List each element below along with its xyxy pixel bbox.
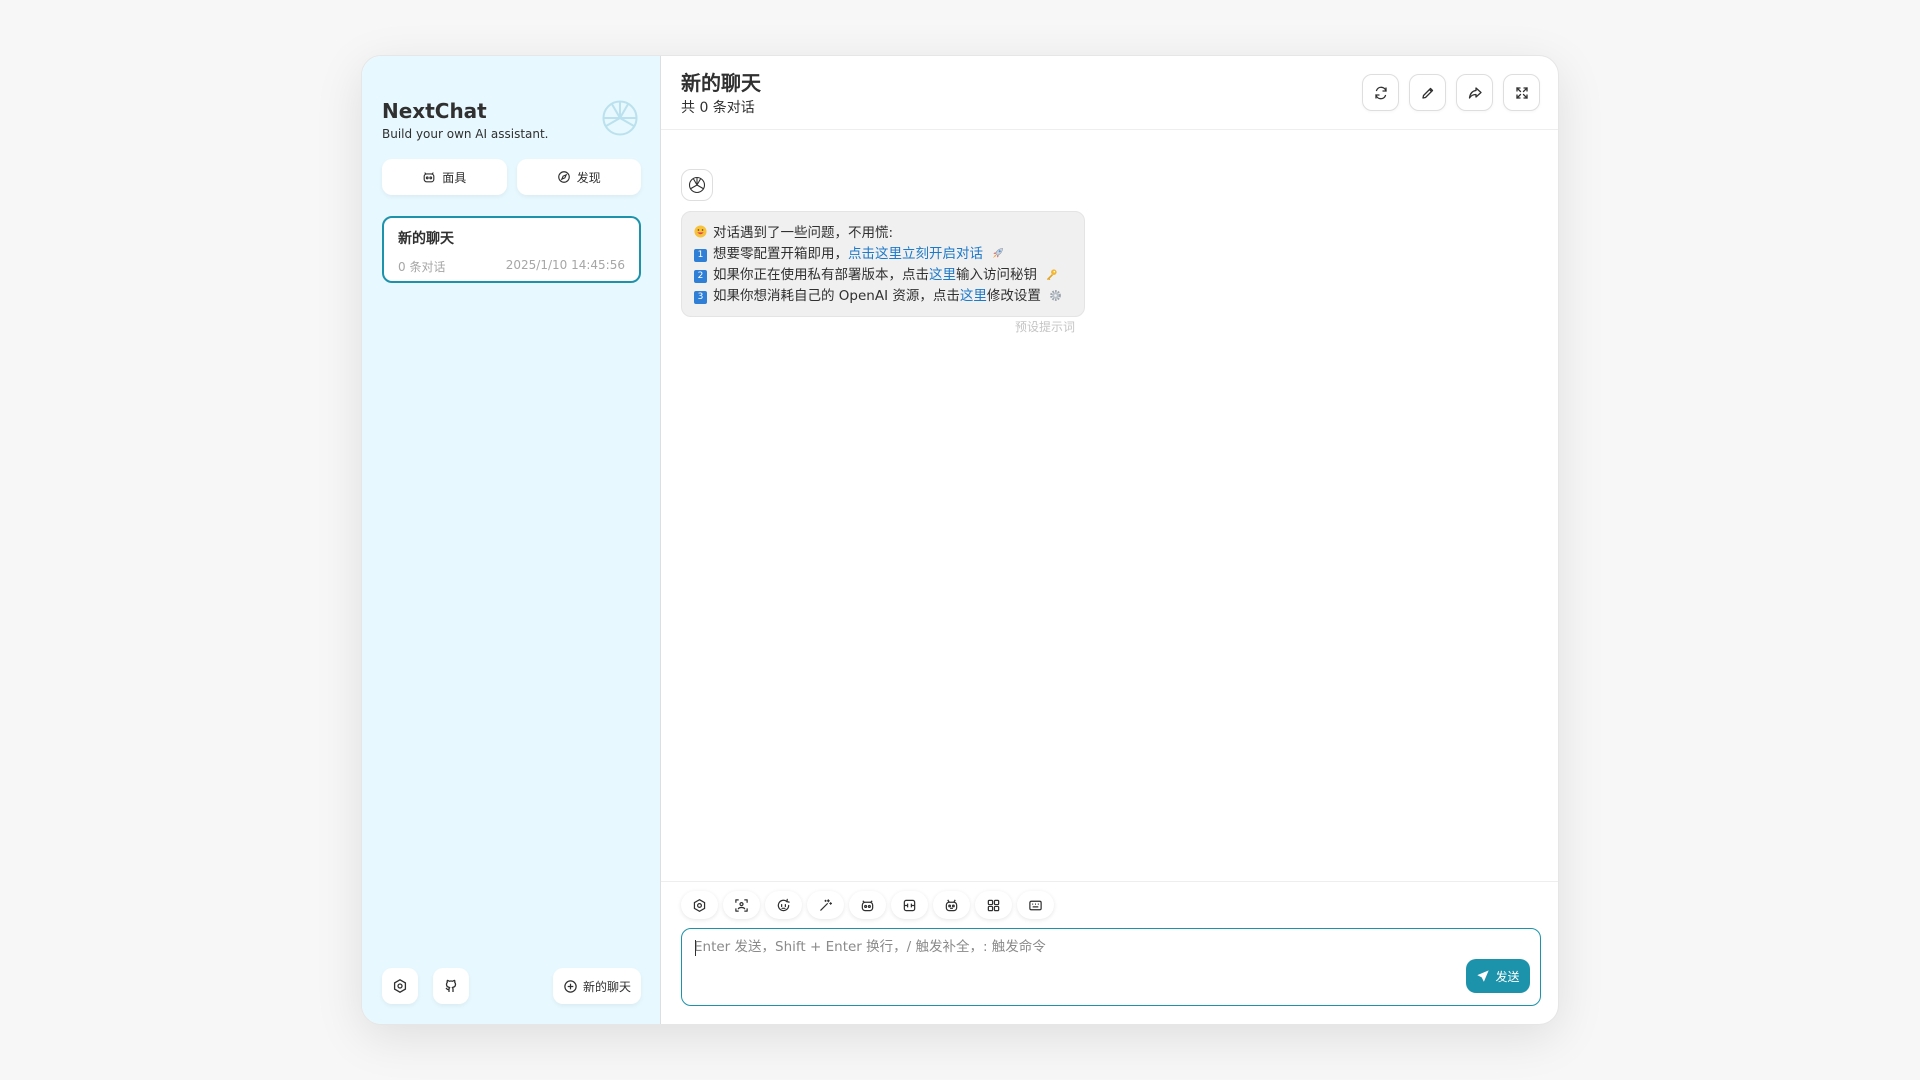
chat-settings-button[interactable] [681, 891, 718, 919]
reload-button[interactable] [1362, 74, 1399, 111]
chat-item-count: 0 条对话 [398, 260, 446, 274]
fullscreen-icon [1514, 85, 1530, 101]
reload-icon [1373, 85, 1389, 101]
chat-toolbar [681, 891, 1054, 919]
new-chat-button[interactable]: 新的聊天 [552, 968, 641, 1004]
github-button[interactable] [433, 968, 469, 1004]
number-badge: 2 [694, 270, 707, 283]
access-code-link[interactable]: 这里 [929, 267, 956, 283]
clear-context-button[interactable] [765, 891, 802, 919]
plugin-button[interactable] [975, 891, 1012, 919]
add-icon [563, 979, 578, 994]
send-icon [1476, 969, 1490, 983]
chat-item-time: 2025/1/10 14:45:56 [505, 258, 625, 272]
break-icon [902, 898, 917, 913]
mask-icon [860, 898, 875, 913]
settings-button[interactable] [382, 968, 418, 1004]
github-icon [443, 978, 459, 994]
app-window: NextChat Build your own AI assistant. 面具 [361, 55, 1559, 1025]
mask-button-label: 面具 [442, 170, 467, 185]
message-line-1: 1 想要零配置开箱即用，点击这里立刻开启对话 [694, 244, 1072, 265]
message-date: 预设提示词 [1015, 320, 1076, 334]
start-chat-link[interactable]: 点击这里立刻开启对话 [848, 246, 983, 262]
message-line-text: 想要零配置开箱即用， [713, 246, 848, 262]
openai-logo-icon [687, 175, 707, 195]
key-icon [1045, 268, 1058, 281]
chat-item-title: 新的聊天 [398, 231, 454, 247]
edit-button[interactable] [1409, 74, 1446, 111]
upload-image-button[interactable] [723, 891, 760, 919]
number-badge: 3 [694, 291, 707, 304]
edit-icon [1420, 85, 1436, 101]
chat-input-panel: 发送 [661, 881, 1558, 1024]
message-intro-row: 对话遇到了一些问题，不用慌: [694, 223, 1072, 244]
magic-wand-icon [818, 898, 833, 913]
mask-select-button[interactable] [849, 891, 886, 919]
openai-logo-icon [598, 96, 642, 140]
prompt-button[interactable] [807, 891, 844, 919]
settings-icon [392, 978, 408, 994]
mask-icon [422, 170, 436, 184]
share-button[interactable] [1456, 74, 1493, 111]
share-icon [1467, 85, 1483, 101]
message-line-text: 如果你想消耗自己的 OpenAI 资源，点击 [713, 288, 960, 304]
chat-item-info: 0 条对话 2025/1/10 14:45:56 [398, 258, 625, 275]
message-line-text: 如果你正在使用私有部署版本，点击 [713, 267, 929, 283]
bot-message-bubble: 对话遇到了一些问题，不用慌: 1 想要零配置开箱即用，点击这里立刻开启对话 2 如果… [681, 211, 1085, 317]
discover-button-label: 发现 [576, 170, 601, 185]
message-intro: 对话遇到了一些问题，不用慌: [713, 225, 894, 241]
plugin-grid-icon [986, 898, 1001, 913]
message-line-text: 修改设置 [986, 288, 1041, 304]
fullscreen-button[interactable] [1503, 74, 1540, 111]
chat-input[interactable] [694, 939, 1454, 955]
brand: NextChat Build your own AI assistant. [382, 96, 549, 141]
header-actions [1362, 74, 1540, 111]
new-chat-label: 新的聊天 [582, 979, 631, 994]
app-subtitle: Build your own AI assistant. [382, 127, 549, 141]
chat-header: 新的聊天 共 0 条对话 [661, 56, 1558, 130]
rocket-icon [991, 247, 1004, 260]
message-line-text: 输入访问秘钥 [956, 267, 1037, 283]
gear-icon [1049, 289, 1062, 302]
settings-icon [692, 898, 707, 913]
message-line-2: 2 如果你正在使用私有部署版本，点击这里输入访问秘钥 [694, 265, 1072, 286]
image-icon [734, 898, 749, 913]
shortcut-key-button[interactable] [1017, 891, 1054, 919]
sidebar: NextChat Build your own AI assistant. 面具 [362, 56, 661, 1024]
discover-button[interactable]: 发现 [516, 159, 641, 195]
robot-icon [944, 898, 959, 913]
model-select-button[interactable] [933, 891, 970, 919]
text-caret [695, 940, 696, 956]
bot-avatar [681, 169, 713, 201]
shortcut-key-icon [1028, 898, 1043, 913]
send-label: 发送 [1495, 969, 1520, 984]
robot-clear-icon [776, 898, 791, 913]
chat-input-box[interactable]: 发送 [681, 928, 1541, 1006]
break-context-button[interactable] [891, 891, 928, 919]
number-badge: 1 [694, 249, 707, 262]
grinning-face-icon [694, 225, 707, 238]
chat-list-item[interactable]: 新的聊天 0 条对话 2025/1/10 14:45:56 [382, 216, 641, 283]
app-title: NextChat [382, 99, 487, 123]
sidebar-actions: 面具 发现 [382, 159, 641, 195]
settings-link[interactable]: 这里 [960, 288, 987, 304]
compass-icon [557, 170, 571, 184]
mask-button[interactable]: 面具 [382, 159, 507, 195]
message-line-3: 3 如果你想消耗自己的 OpenAI 资源，点击这里修改设置 [694, 286, 1072, 307]
chat-main: 新的聊天 共 0 条对话 对话遇到了一些问题，不用慌: 1 想要零配置开箱即用，… [661, 56, 1558, 1024]
sidebar-footer: 新的聊天 [382, 968, 641, 1004]
send-button[interactable]: 发送 [1466, 959, 1530, 993]
